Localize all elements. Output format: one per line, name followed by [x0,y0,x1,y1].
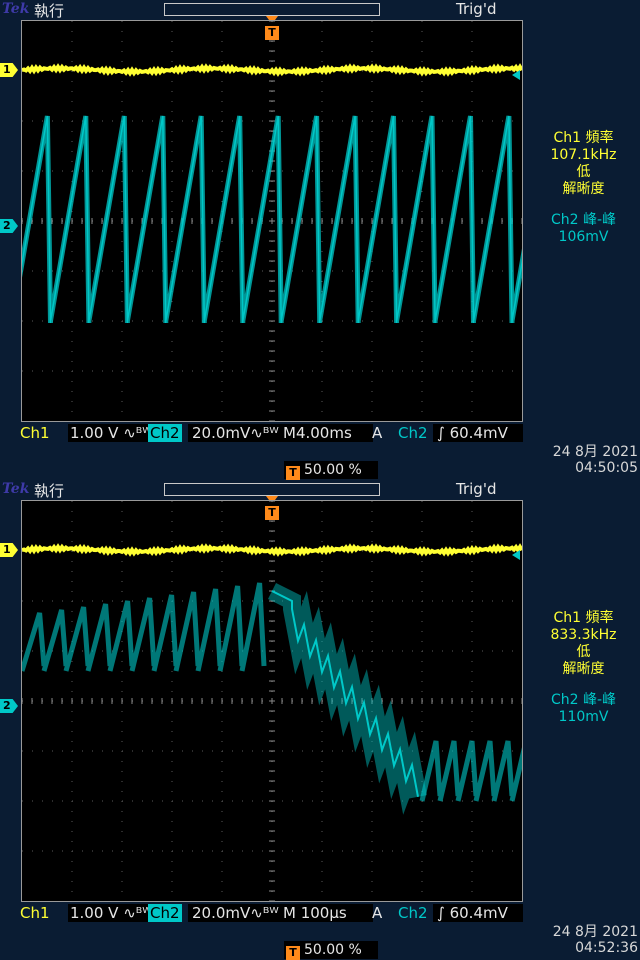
waveform-graticule [21,500,523,902]
scope-screen-1: Tek 執行 Trig'd T 1 2 Ch1 頻率 107.1kHz 低 解晰… [0,0,640,480]
ch2-trace [22,582,267,672]
trigger-mode: A [372,424,383,442]
ch2-meas-value: 106mV [558,229,609,245]
timebase: M 100µs [283,904,373,922]
time: 04:50:05 [575,460,638,476]
datetime: 24 8月 2021 04:50:05 [538,444,638,476]
waveform-graticule [21,20,523,422]
record-position-bar[interactable] [164,3,380,16]
ch1-label: Ch1 [20,424,50,442]
trigger-position-readout: T 50.00 % [284,461,378,480]
ch2-meas-label: Ch2 峰-峰 [550,692,617,708]
ch1-meas-value: 107.1kHz [550,147,617,163]
ch2-meas-value: 110mV [558,709,609,725]
ch2-measurement: Ch2 峰-峰 110mV [527,692,640,726]
ch1-meas-label: Ch1 頻率 [553,610,614,626]
trigger-status: Trig'd [456,0,497,18]
ch1-measurement: Ch1 頻率 833.3kHz 低 解晰度 [527,610,640,678]
ch1-meas-note2: 解晰度 [562,661,605,677]
ch1-meas-note2: 解晰度 [562,181,605,197]
top-bar: Tek 執行 Trig'd [0,480,640,500]
trigger-level: ∫ 60.4mV [433,904,523,922]
ch1-trace [22,543,522,557]
trigger-mode: A [372,904,383,922]
status-bar: Ch1 1.00 V ∿ᴮᵂ Ch2 20.0mV∿ᴮᵂ M 100µs A C… [18,904,524,923]
brand-logo: Tek [2,1,30,17]
ch2-ground-marker[interactable]: 2 [0,219,18,233]
ch1-measurement: Ch1 頻率 107.1kHz 低 解晰度 [527,130,640,198]
ch2-meas-label: Ch2 峰-峰 [550,212,617,228]
trigger-level: ∫ 60.4mV [433,424,523,442]
status-bar: Ch1 1.00 V ∿ᴮᵂ Ch2 20.0mV∿ᴮᵂ M4.00ms A C… [18,424,524,443]
trigger-position-value: 50.00 % [304,462,362,478]
trigger-position-value: 50.00 % [304,942,362,958]
trigger-level-arrow-icon [512,70,520,80]
trigger-position-readout: T 50.00 % [284,941,378,960]
ch1-label: Ch1 [20,904,50,922]
timebase: M4.00ms [283,424,373,442]
trigger-icon: T [286,466,300,480]
ch1-meas-note: 低 [576,164,591,180]
trigger-source: Ch2 [398,424,428,442]
scope-screen-2: Tek 執行 Trig'd T 1 2 Ch1 頻率 833.3kHz 低 解晰… [0,480,640,960]
trigger-position-marker: T [265,506,279,520]
ch2-scale: 20.0mV∿ᴮᵂ [188,424,292,442]
top-bar: Tek 執行 Trig'd [0,0,640,20]
brand-logo: Tek [2,481,30,497]
ch2-scale: 20.0mV∿ᴮᵂ [188,904,292,922]
datetime: 24 8月 2021 04:52:36 [538,924,638,956]
run-state: 執行 [34,482,65,500]
ch2-label: Ch2 [148,904,182,922]
ch1-ground-marker[interactable]: 1 [0,63,18,77]
trigger-icon: T [286,946,300,960]
trigger-position-marker: T [265,26,279,40]
record-position-bar[interactable] [164,483,380,496]
trigger-level-arrow-icon [512,550,520,560]
ch1-meas-value: 833.3kHz [550,627,617,643]
ch2-ground-marker[interactable]: 2 [0,699,18,713]
ch1-meas-label: Ch1 頻率 [553,130,614,146]
time: 04:52:36 [575,940,638,956]
date: 24 8月 2021 [552,444,638,460]
ch1-ground-marker[interactable]: 1 [0,543,18,557]
run-state: 執行 [34,2,65,20]
trigger-source: Ch2 [398,904,428,922]
date: 24 8月 2021 [552,924,638,940]
graticule-grid [22,501,522,901]
ch1-trace [22,63,522,77]
ch2-measurement: Ch2 峰-峰 106mV [527,212,640,246]
ch1-meas-note: 低 [576,644,591,660]
trigger-status: Trig'd [456,480,497,498]
graticule-grid [22,21,522,421]
ch2-label: Ch2 [148,424,182,442]
